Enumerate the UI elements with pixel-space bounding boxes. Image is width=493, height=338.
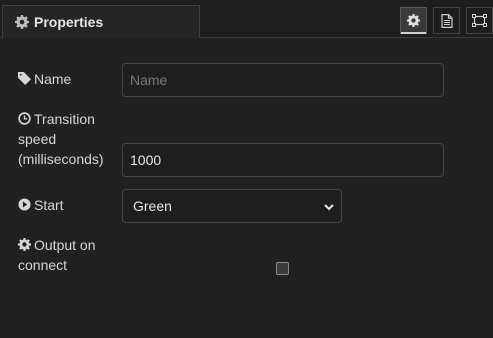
start-label-text: Start <box>34 197 64 213</box>
editor-tray-header: Properties <box>0 0 493 38</box>
start-label: Start <box>18 195 64 215</box>
description-button[interactable] <box>433 7 460 34</box>
appearance-button[interactable] <box>466 7 493 34</box>
clock-icon <box>18 110 31 125</box>
transition-speed-label-line3: (milliseconds) <box>18 151 104 167</box>
frame-icon <box>472 14 487 27</box>
chevron-down-icon <box>323 200 335 212</box>
name-label-text: Name <box>34 71 72 87</box>
transition-speed-label-line2: speed <box>18 131 57 147</box>
output-on-connect-label: Output on connect <box>18 235 96 275</box>
tag-icon <box>18 70 31 85</box>
tab-properties[interactable]: Properties <box>2 5 200 38</box>
play-circle-icon <box>18 196 31 211</box>
output-on-connect-label-line1: Output on <box>34 237 96 253</box>
output-on-connect-label-line2: connect <box>18 257 68 273</box>
transition-speed-label: Transition speed (milliseconds) <box>18 109 104 169</box>
transition-speed-input[interactable] <box>122 143 444 177</box>
output-on-connect-checkbox[interactable] <box>276 262 289 275</box>
gear-icon <box>15 15 29 29</box>
transition-speed-label-line1: Transition <box>34 111 95 127</box>
document-icon <box>440 13 453 28</box>
gear-icon <box>18 236 31 251</box>
start-select-value: Green <box>133 198 172 214</box>
name-label: Name <box>18 69 71 89</box>
gear-icon <box>407 14 420 27</box>
start-select[interactable]: Green <box>122 189 342 223</box>
name-input[interactable] <box>122 63 444 97</box>
settings-button[interactable] <box>400 7 427 34</box>
tab-properties-label: Properties <box>34 14 104 30</box>
